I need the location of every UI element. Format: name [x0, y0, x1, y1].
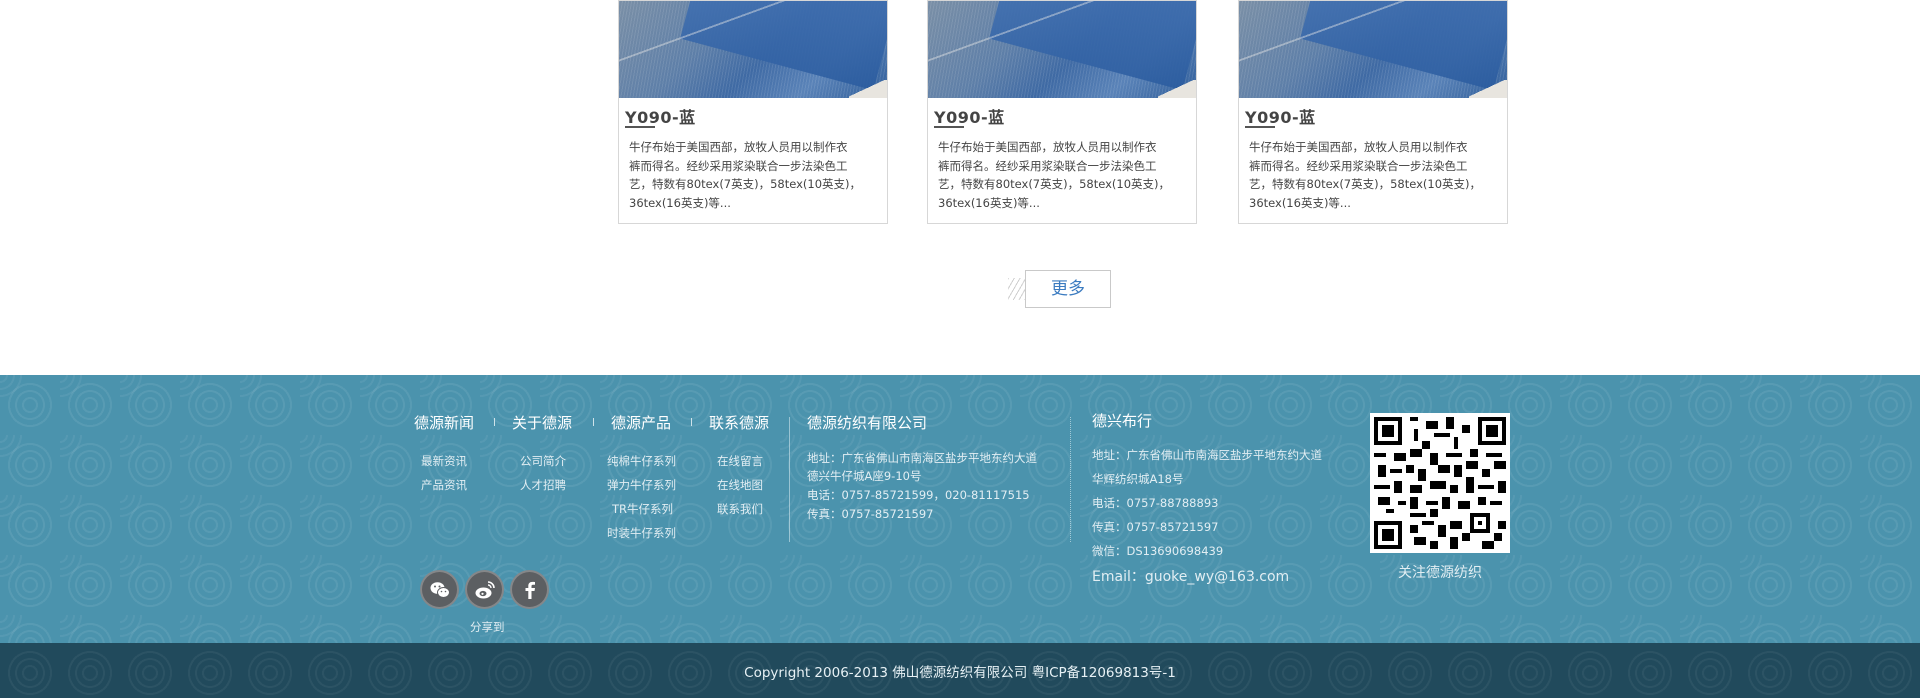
nav-link-tr-denim[interactable]: TR牛仔系列	[612, 501, 673, 517]
facebook-share-button[interactable]	[510, 570, 549, 609]
column-divider	[789, 417, 790, 542]
product-card[interactable]: Y090-蓝 牛仔布始于美国西部，放牧人员用以制作衣 裤而得名。经纱采用浆染联合…	[618, 0, 888, 224]
company2-phone: 电话：0757-88788893	[1092, 496, 1219, 510]
nav-heading-contact[interactable]: 联系德源	[709, 412, 769, 433]
qr-code	[1370, 413, 1510, 553]
product-description: 牛仔布始于美国西部，放牧人员用以制作衣 裤而得名。经纱采用浆染联合一步法染色工 …	[1249, 140, 1482, 210]
product-image[interactable]	[1239, 1, 1507, 98]
company-name-dexing: 德兴布行	[1092, 412, 1153, 430]
product-image[interactable]	[619, 1, 887, 98]
company-address-line2: 德兴牛仔城A座9-10号	[807, 469, 922, 483]
copyright-text: Copyright 2006-2013 佛山德源纺织有限公司 粤ICP备1206…	[744, 665, 1176, 681]
wechat-share-button[interactable]	[420, 570, 459, 609]
nav-link-recruitment[interactable]: 人才招聘	[520, 477, 566, 493]
nav-separator	[593, 418, 594, 426]
nav-separator	[494, 418, 495, 426]
title-underline	[934, 126, 964, 128]
product-card[interactable]: Y090-蓝 牛仔布始于美国西部，放牧人员用以制作衣 裤而得名。经纱采用浆染联合…	[927, 0, 1197, 224]
nav-link-online-message[interactable]: 在线留言	[717, 453, 763, 469]
company-phone: 电话：0757-85721599，020-81117515	[807, 488, 1030, 502]
company2-address-line2: 华辉纺织城A18号	[1092, 472, 1184, 486]
product-description: 牛仔布始于美国西部，放牧人员用以制作衣 裤而得名。经纱采用浆染联合一步法染色工 …	[938, 140, 1171, 210]
wechat-icon	[430, 582, 450, 598]
nav-heading-news[interactable]: 德源新闻	[414, 412, 474, 433]
nav-link-cotton-denim[interactable]: 纯棉牛仔系列	[607, 453, 676, 469]
footer: 德源新闻 关于德源 德源产品 联系德源 最新资讯 产品资讯 公司简介 人才招聘 …	[0, 375, 1920, 643]
column-divider-dotted	[1070, 417, 1072, 542]
product-title[interactable]: Y090-蓝	[1245, 104, 1316, 128]
company2-email[interactable]: Email：guoke_wy@163.com	[1092, 566, 1289, 586]
company-fax: 传真：0757-85721597	[807, 507, 934, 521]
facebook-icon	[525, 581, 535, 599]
weibo-share-button[interactable]	[465, 570, 504, 609]
more-area: 更多	[1008, 270, 1113, 310]
nav-link-contact-us[interactable]: 联系我们	[717, 501, 763, 517]
product-list: Y090-蓝 牛仔布始于美国西部，放牧人员用以制作衣 裤而得名。经纱采用浆染联合…	[0, 0, 1920, 370]
product-image[interactable]	[928, 1, 1196, 98]
weibo-icon	[475, 581, 495, 599]
nav-heading-products[interactable]: 德源产品	[611, 412, 671, 433]
title-underline	[1245, 126, 1275, 128]
qr-caption: 关注德源纺织	[1398, 565, 1482, 581]
share-label: 分享到	[470, 620, 505, 634]
nav-separator	[691, 418, 692, 426]
copyright-bar: Copyright 2006-2013 佛山德源纺织有限公司 粤ICP备1206…	[0, 643, 1920, 698]
product-title[interactable]: Y090-蓝	[625, 104, 696, 128]
company-name-deyuan: 德源纺织有限公司	[807, 414, 928, 432]
title-underline	[625, 126, 655, 128]
nav-link-latest-news[interactable]: 最新资讯	[421, 453, 467, 469]
nav-heading-about[interactable]: 关于德源	[512, 412, 572, 433]
product-card[interactable]: Y090-蓝 牛仔布始于美国西部，放牧人员用以制作衣 裤而得名。经纱采用浆染联合…	[1238, 0, 1508, 224]
company2-address: 地址：广东省佛山市南海区盐步平地东约大道	[1092, 448, 1322, 462]
qr-code-icon	[1374, 417, 1506, 549]
company2-fax: 传真：0757-85721597	[1092, 520, 1219, 534]
product-description: 牛仔布始于美国西部，放牧人员用以制作衣 裤而得名。经纱采用浆染联合一步法染色工 …	[629, 140, 862, 210]
nav-link-fashion-denim[interactable]: 时装牛仔系列	[607, 525, 676, 541]
nav-link-product-news[interactable]: 产品资讯	[421, 477, 467, 493]
nav-link-online-map[interactable]: 在线地图	[717, 477, 763, 493]
company-address: 地址：广东省佛山市南海区盐步平地东约大道	[807, 451, 1037, 465]
company2-wechat: 微信：DS13690698439	[1092, 544, 1224, 558]
nav-link-stretch-denim[interactable]: 弹力牛仔系列	[607, 477, 676, 493]
nav-link-company-profile[interactable]: 公司简介	[520, 453, 566, 469]
more-button[interactable]: 更多	[1025, 270, 1111, 308]
product-title[interactable]: Y090-蓝	[934, 104, 1005, 128]
